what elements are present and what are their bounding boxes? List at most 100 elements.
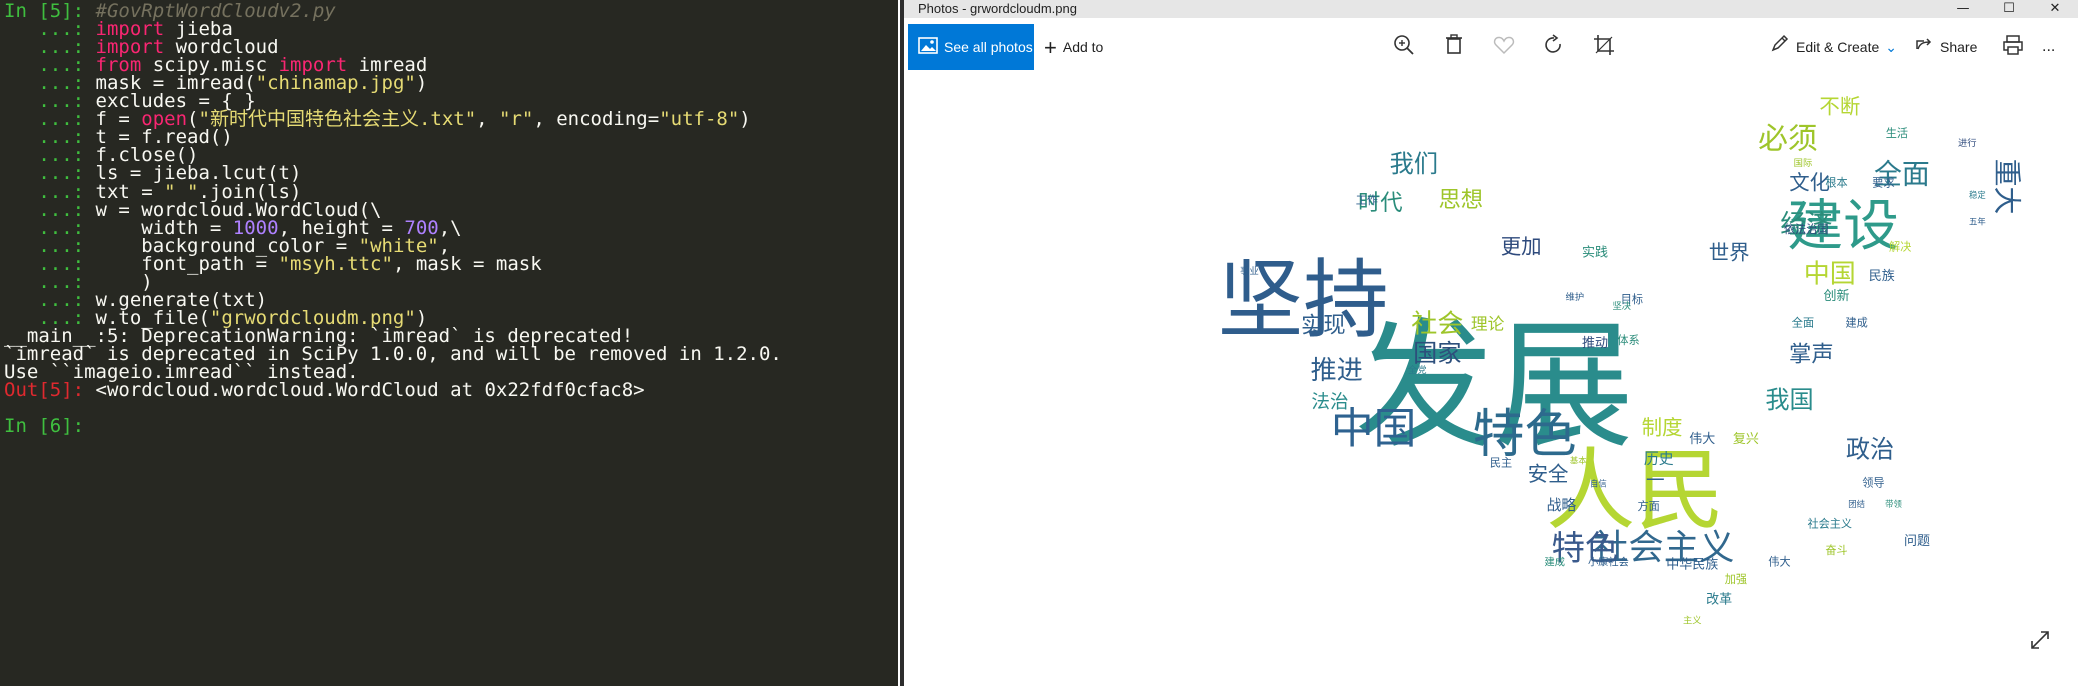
plus-icon: + [1044,35,1057,61]
more-options-button[interactable]: ... [2042,24,2055,70]
word-cloud-word: 领导 [1862,477,1884,490]
word-cloud-word: 加强 [1725,573,1747,586]
word-cloud-word: 思想 [1438,187,1483,213]
console-prompt: Out[5]: [4,379,96,402]
word-cloud-word: 法治 [1311,392,1348,413]
word-cloud-word: 根本 [1825,176,1847,190]
word-cloud-word: 方面 [1637,499,1659,513]
word-cloud-word: 我们 [1390,150,1438,178]
word-cloud-word: 建成 [1845,315,1867,329]
window-title: Photos - grwordcloudm.png [918,1,1077,16]
word-cloud-word: 创新 [1823,288,1849,304]
console-line: Out[5]: <wordcloud.wordcloud.WordCloud a… [4,379,645,402]
photo-viewer[interactable]: 发展 坚持 人民 建设 特色 中国 社会主义 特色 必须 全面 重大 经济 中国 推进 社会 实现 国家 政治 我国… [904,70,2078,682]
word-cloud-word: 团结 [1848,499,1865,509]
word-cloud-word: 体系 [1617,333,1639,347]
word-cloud-word: 历史 [1644,449,1674,467]
word-cloud-word: 依法治国 [1784,222,1829,236]
console-text: "r" [499,108,534,131]
console-text: "utf-8" [659,108,740,131]
word-cloud-word: 稳定 [1969,190,1986,200]
photo-toolbar: See all photos + Add to Edit & Create ⌄ [904,22,2078,70]
see-all-photos-button[interactable]: See all photos [908,24,1034,70]
word-cloud-word: 带领 [1885,499,1902,509]
word-cloud-word: 掌声 [1789,341,1834,367]
word-cloud-word: 主义 [1683,615,1702,627]
favorite-heart-icon[interactable] [1491,32,1517,58]
word-cloud-word: 国际 [1794,158,1813,169]
word-cloud-word: 实现 [1301,312,1346,338]
edit-create-button[interactable]: Edit & Create ⌄ [1770,24,1897,70]
word-cloud-word: 推进 [1311,356,1363,386]
word-cloud-word: 国家 [1413,339,1461,367]
print-icon[interactable] [2000,32,2026,58]
word-cloud-word: 解决 [1889,240,1911,254]
edit-pen-icon [1770,25,1790,71]
word-cloud-word: 政治 [1846,436,1894,464]
console-text: ) [415,72,428,95]
word-cloud-image: 发展坚持人民建设特色中国社会主义特色必须全面 重大经济中国推进社会实现国家政治我国… [1218,95,2024,627]
edit-create-label: Edit & Create [1796,39,1880,55]
word-cloud-word: 坚决 [1613,300,1632,312]
word-cloud-word: 建成 [1545,555,1565,568]
word-cloud-word: 要求 [1872,177,1894,190]
delete-icon[interactable] [1441,32,1467,58]
word-cloud-word: 全党 [1408,364,1427,376]
crop-icon[interactable] [1591,32,1617,58]
minimize-button[interactable]: — [1940,0,1986,18]
console-text: "新时代中国特色社会主义.txt" [198,108,477,131]
word-cloud-word: 伟大 [1768,554,1790,568]
word-cloud-word: 世界 [1709,240,1750,264]
word-cloud-word: 一 [1646,471,1665,492]
word-cloud-word: 中国 [1804,260,1856,290]
zoom-icon[interactable] [1391,32,1417,58]
share-button[interactable]: Share [1914,24,1977,70]
word-cloud-word: 复兴 [1733,432,1759,447]
word-cloud-word: 中华民族 [1666,556,1718,572]
share-label: Share [1940,39,1978,55]
title-bar: Photos - grwordcloudm.png — ☐ ✕ [904,0,2078,18]
chevron-down-icon: ⌄ [1885,39,1897,55]
maximize-button[interactable]: ☐ [1986,0,2032,18]
word-cloud-word: 重大 [1990,159,2023,215]
word-cloud-word: 我国 [1765,386,1813,414]
word-cloud-word: 必须 [1758,122,1818,157]
word-cloud-word: 事业 [1240,265,1259,277]
share-icon [1914,25,1934,71]
word-cloud-word: 小康社会 [1588,555,1629,568]
rotate-icon[interactable] [1541,32,1567,58]
word-cloud-word: 工作 [1356,194,1378,207]
word-cloud-word: 更加 [1501,235,1542,259]
word-cloud-word: 进行 [1958,137,1977,149]
console-text: , mask = mask [392,252,542,275]
word-cloud-word: 战略 [1547,496,1577,514]
console-text: <wordcloud.wordcloud.WordCloud at 0x22fd… [95,379,645,402]
word-cloud-word: 不断 [1819,95,1860,119]
word-cloud-word: 特色 [1472,405,1576,465]
see-all-label: See all photos [944,39,1033,55]
close-button[interactable]: ✕ [2032,0,2078,18]
word-cloud-word: 文化 [1789,170,1830,194]
console-text: ) [739,108,751,131]
word-cloud-word: 自信 [1590,479,1607,489]
word-cloud-word: 维护 [1566,291,1585,303]
ipython-console[interactable]: In [5]: #GovRptWordCloudv2.py ...: impor… [0,0,898,686]
word-cloud-word: 改革 [1706,592,1732,607]
word-cloud-word: 全面 [1792,315,1814,329]
console-text: , encoding= [533,108,660,131]
photos-window: Photos - grwordcloudm.png — ☐ ✕ See all … [900,0,2078,686]
console-text: , [476,108,500,131]
word-cloud-word: 民主 [1490,456,1512,469]
console-line: In [6]: [4,415,96,438]
word-cloud-word: 基本 [1570,455,1587,465]
console-prompt: In [6]: [4,415,96,438]
add-to-button[interactable]: + Add to [1044,24,1103,70]
word-cloud-word: 奋斗 [1825,543,1847,557]
console-text: "chinamap.jpg" [255,72,416,95]
word-cloud-word: 问题 [1904,534,1930,549]
expand-fullscreen-icon[interactable] [2028,628,2052,652]
word-cloud-word: 社会 [1411,309,1463,339]
word-cloud-word: 理论 [1471,313,1505,333]
word-cloud-word: 实践 [1582,246,1608,261]
add-to-label: Add to [1062,39,1104,55]
